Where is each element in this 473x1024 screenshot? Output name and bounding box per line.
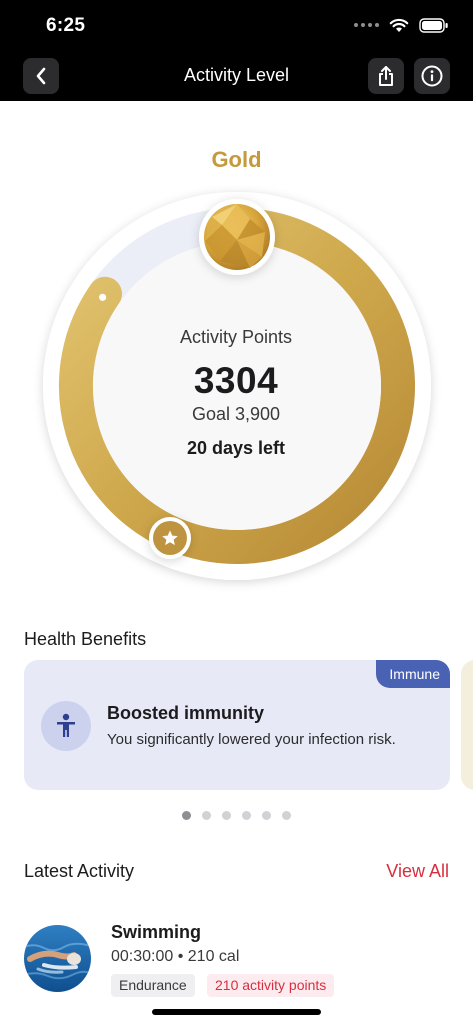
pager-dot[interactable] <box>182 811 191 820</box>
activity-name: Swimming <box>111 922 202 942</box>
pager-dot[interactable] <box>282 811 291 820</box>
activity-type-tag: Endurance <box>111 974 195 997</box>
status-icons <box>354 16 449 34</box>
days-left: 20 days left <box>186 438 286 458</box>
activity-goal: Goal 3,900 <box>191 404 281 424</box>
pager-dot[interactable] <box>242 811 251 820</box>
activity-points-label: Activity Points <box>179 327 293 347</box>
battery-icon <box>419 17 448 33</box>
share-icon <box>379 66 393 86</box>
status-bar: 6:25 <box>0 0 473 50</box>
person-icon <box>41 701 91 751</box>
home-indicator <box>152 1009 321 1015</box>
info-icon <box>421 65 443 87</box>
next-benefit-card-peek[interactable] <box>461 660 473 790</box>
progress-end-dot <box>99 293 107 301</box>
activity-points-tag: 210 activity points <box>207 974 335 997</box>
benefit-description: You significantly lowered your infection… <box>107 731 396 748</box>
benefit-title: Boosted immunity <box>107 703 265 723</box>
carousel-pager[interactable] <box>0 811 473 820</box>
pager-dot[interactable] <box>202 811 211 820</box>
activity-meta: 00:30:00 • 210 cal <box>111 948 240 965</box>
nav-bar: Activity Level <box>0 50 473 101</box>
wifi-icon <box>389 18 409 32</box>
benefit-card-immunity[interactable]: Immune Boosted immunity You significantl… <box>24 660 450 790</box>
activity-item-swimming[interactable]: Swimming 00:30:00 • 210 cal Endurance 21… <box>0 915 473 1015</box>
immune-tag: Immune <box>376 660 450 688</box>
activity-points-value: 3304 <box>193 360 279 401</box>
level-name: Gold <box>211 147 262 172</box>
share-button[interactable] <box>368 58 404 94</box>
pager-dot[interactable] <box>262 811 271 820</box>
view-all-link[interactable]: View All <box>386 861 449 882</box>
swimming-thumbnail <box>24 925 91 992</box>
pager-dot[interactable] <box>222 811 231 820</box>
cellular-signal-icon <box>354 23 379 27</box>
status-time: 6:25 <box>46 15 86 36</box>
info-button[interactable] <box>414 58 450 94</box>
start-star-icon <box>149 517 191 559</box>
gold-medal-icon <box>199 199 275 275</box>
health-benefits-title: Health Benefits <box>24 629 147 649</box>
latest-activity-title: Latest Activity <box>24 861 135 881</box>
